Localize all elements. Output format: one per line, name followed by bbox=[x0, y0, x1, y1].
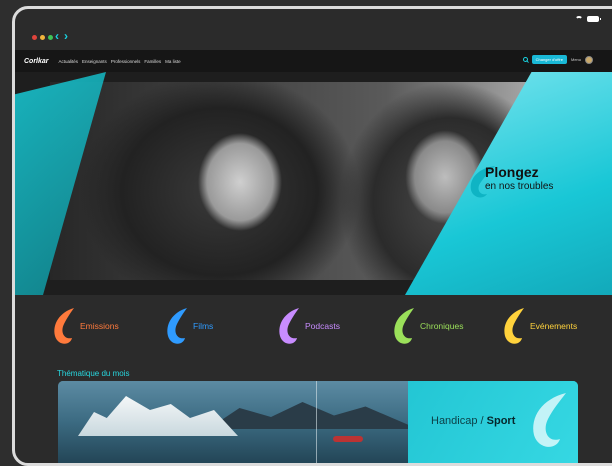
minimize-dot[interactable] bbox=[40, 35, 45, 40]
hero-title: Plongez bbox=[485, 164, 539, 180]
category-chroniques[interactable]: Chroniques bbox=[392, 306, 463, 346]
status-bar bbox=[575, 16, 601, 22]
site-logo[interactable]: Corlkar bbox=[24, 58, 49, 65]
podcasts-swoosh-icon bbox=[279, 308, 299, 344]
banner-title-part-a: Handicap / bbox=[431, 415, 487, 427]
wifi-icon bbox=[575, 16, 583, 22]
menu-button[interactable]: Menu bbox=[571, 57, 581, 62]
category-label: Podcasts bbox=[305, 321, 340, 331]
battery-icon bbox=[587, 16, 601, 22]
change-offer-button[interactable]: Changer d'offre bbox=[531, 55, 567, 64]
nav-link-ma-liste[interactable]: Ma liste bbox=[165, 59, 181, 64]
hero-banner[interactable]: Plongez en nos troubles bbox=[15, 72, 612, 295]
nav-right: Changer d'offre Menu bbox=[522, 55, 593, 64]
close-dot[interactable] bbox=[32, 35, 37, 40]
category-label: Evénements bbox=[530, 321, 578, 331]
banner-title: Handicap / Sport bbox=[431, 415, 515, 427]
back-arrow-icon[interactable]: ‹ bbox=[55, 29, 59, 43]
search-icon[interactable] bbox=[522, 57, 528, 62]
nav-link-actualites[interactable]: Actualités bbox=[59, 59, 79, 64]
category-podcasts[interactable]: Podcasts bbox=[277, 306, 340, 346]
nav-link-enseignants[interactable]: Enseignants bbox=[82, 59, 107, 64]
banner-kayak bbox=[333, 436, 363, 442]
category-emissions[interactable]: Emissions bbox=[52, 306, 119, 346]
emissions-swoosh-icon bbox=[54, 308, 74, 344]
films-swoosh-icon bbox=[167, 308, 187, 344]
avatar[interactable] bbox=[585, 55, 593, 64]
nav-links: Actualités Enseignants Professionnels Fa… bbox=[59, 59, 181, 64]
hero-subtitle: en nos troubles bbox=[485, 181, 554, 192]
chroniques-swoosh-icon bbox=[394, 308, 414, 344]
nav-link-familles[interactable]: Familles bbox=[144, 59, 161, 64]
top-navbar: Corlkar Actualités Enseignants Professio… bbox=[15, 50, 612, 72]
banner-title-part-b: Sport bbox=[486, 415, 516, 427]
banner-divider bbox=[316, 381, 317, 463]
section-title: Thématique du mois bbox=[57, 369, 130, 378]
category-films[interactable]: Films bbox=[165, 306, 213, 346]
category-evenements[interactable]: Evénements bbox=[502, 306, 577, 346]
device-frame: ‹ › Corlkar Actualités Enseignants Profe… bbox=[12, 6, 612, 466]
evenements-swoosh-icon bbox=[504, 308, 524, 344]
nav-link-professionnels[interactable]: Professionnels bbox=[111, 59, 141, 64]
theme-banner[interactable]: Handicap / Sport bbox=[58, 381, 578, 463]
history-nav: ‹ › bbox=[55, 29, 68, 43]
category-label: Chroniques bbox=[420, 321, 464, 331]
maximize-dot[interactable] bbox=[48, 35, 53, 40]
category-label: Emissions bbox=[80, 321, 119, 331]
swoosh-icon bbox=[533, 393, 566, 447]
window-controls bbox=[32, 35, 53, 40]
forward-arrow-icon[interactable]: › bbox=[64, 29, 68, 43]
hero-caption: Plongez en nos troubles bbox=[485, 165, 553, 192]
category-label: Films bbox=[193, 321, 214, 331]
category-row: Emissions Films Podcasts Chroniques Evén… bbox=[15, 306, 612, 346]
